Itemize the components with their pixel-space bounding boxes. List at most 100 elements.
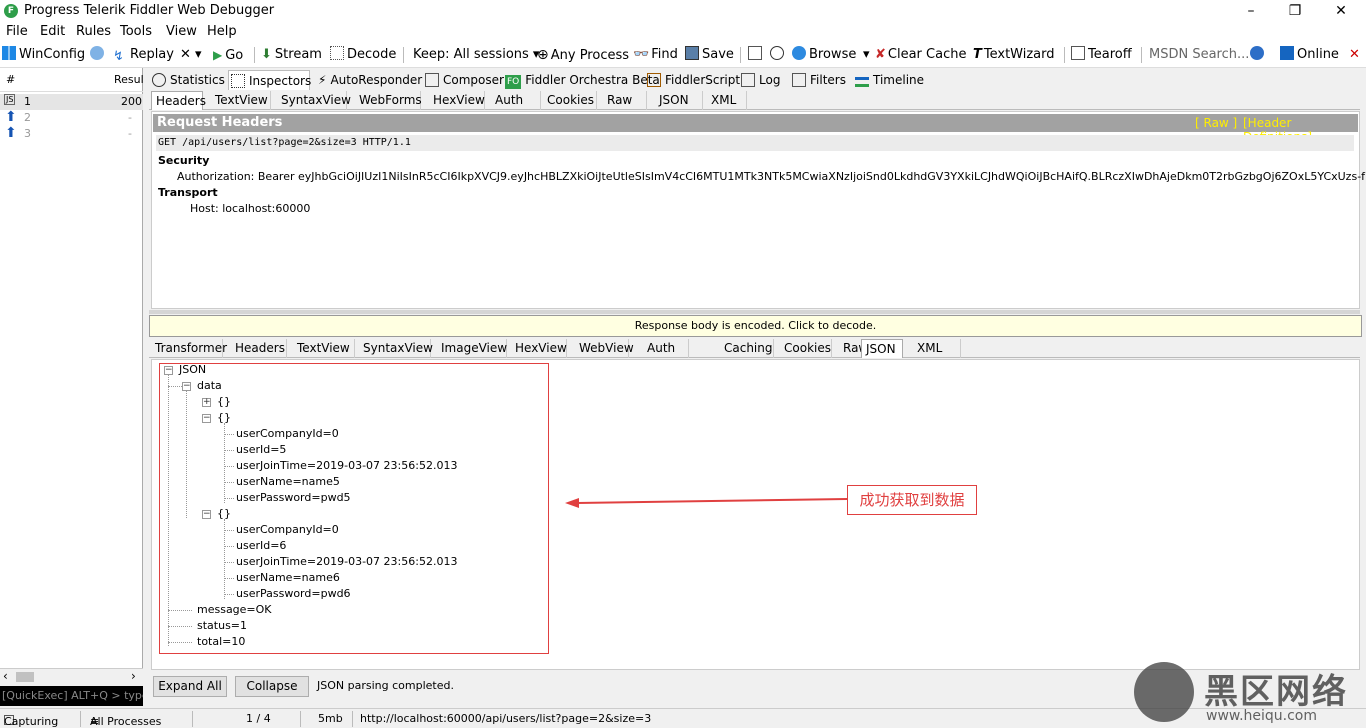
resp-tab-xml[interactable]: XML [913,339,961,358]
clear-cache-button[interactable]: ✘ Clear Cache [875,46,966,64]
req-tab-syntaxview[interactable]: SyntaxView [277,91,351,110]
tab-timeline[interactable]: Timeline [853,70,929,90]
menu-edit[interactable]: Edit [40,24,65,39]
json-leaf[interactable]: userCompanyId=0 [236,427,339,440]
req-tab-json[interactable]: JSON [655,91,703,110]
req-tab-xml[interactable]: XML [707,91,747,110]
tab-inspectors[interactable]: Inspectors [228,70,311,90]
req-tab-cookies[interactable]: Cookies [543,91,597,110]
col-number-header[interactable]: # [6,73,15,86]
scroll-left-icon[interactable]: ‹ [3,669,8,683]
resp-tab-imageview[interactable]: ImageView [437,339,507,358]
session-row[interactable]: ⬆ 3 - [0,125,143,142]
json-leaf[interactable]: userPassword=pwd5 [236,491,351,504]
close-window-button[interactable]: ✕ [1318,0,1364,22]
minimize-button[interactable]: – [1228,0,1274,22]
resp-tab-textview[interactable]: TextView [293,339,355,358]
collapse-button[interactable]: Collapse [235,676,309,697]
resp-tab-hexview[interactable]: HexView [511,339,567,358]
stream-button[interactable]: ⬇ Stream [261,46,322,64]
decode-button[interactable]: Decode [330,46,396,64]
expand-toggle[interactable]: + [202,398,211,407]
keep-sessions-dropdown[interactable]: Keep: All sessions ▾ [413,46,539,64]
close-toolbar-icon[interactable]: ✕ [1349,46,1360,64]
json-data-node[interactable]: data [197,379,222,392]
resp-tab-cookies[interactable]: Cookies [780,339,832,358]
help-button[interactable] [1250,46,1267,64]
json-leaf[interactable]: userId=5 [236,443,286,456]
json-leaf[interactable]: userJoinTime=2019-03-07 23:56:52.013 [236,555,457,568]
collapse-toggle[interactable]: − [164,366,173,375]
json-root-node[interactable]: JSON [179,363,206,376]
menu-file[interactable]: File [6,24,28,39]
resp-tab-json[interactable]: JSON [861,339,903,358]
session-row[interactable]: JS 1 200 [0,94,143,110]
json-leaf[interactable]: status=1 [197,619,247,632]
req-tab-raw[interactable]: Raw [603,91,647,110]
menu-help[interactable]: Help [207,24,237,39]
session-row[interactable]: ⬆ 2 - [0,109,143,126]
save-button[interactable]: Save [685,46,734,64]
winconfig-button[interactable]: WinConfig [2,46,85,64]
json-leaf[interactable]: total=10 [197,635,245,648]
json-leaf[interactable]: userPassword=pwd6 [236,587,351,600]
collapse-toggle[interactable]: − [202,510,211,519]
json-object-node[interactable]: {} [217,411,231,424]
tab-statistics[interactable]: Statistics [150,70,225,90]
json-object-node[interactable]: {} [217,395,231,408]
comment-button[interactable] [90,46,107,64]
menu-view[interactable]: View [166,24,197,39]
quickexec-input[interactable]: [QuickExec] ALT+Q > type H [0,686,143,706]
req-tab-auth[interactable]: Auth [491,91,541,110]
raw-link[interactable]: [ Raw ] [1195,116,1237,130]
scroll-thumb[interactable] [16,672,34,682]
req-tab-hexview[interactable]: HexView [429,91,485,110]
msdn-search-input[interactable]: MSDN Search... [1149,46,1249,64]
resp-tab-auth[interactable]: Auth [643,339,689,358]
menu-tools[interactable]: Tools [120,24,152,39]
tab-autoresponder[interactable]: ⚡ AutoResponder [316,70,422,90]
textwizard-button[interactable]: T TextWizard [973,46,1055,64]
tab-log[interactable]: Log [739,70,781,90]
menu-rules[interactable]: Rules [76,24,111,39]
sessions-horizontal-scrollbar[interactable]: ‹ › [0,668,143,684]
replay-button[interactable]: ↯ Replay [113,46,174,64]
go-button[interactable]: ▶ Go [213,46,243,64]
resp-tab-transformer[interactable]: Transformer [151,339,227,358]
screenshot-button[interactable] [748,46,765,64]
req-tab-webforms[interactable]: WebForms [355,91,422,110]
json-leaf[interactable]: userName=name6 [236,571,340,584]
browse-button[interactable]: Browse [792,46,856,64]
decode-notice-bar[interactable]: Response body is encoded. Click to decod… [149,315,1362,337]
online-button[interactable]: Online [1280,46,1339,64]
json-leaf[interactable]: userJoinTime=2019-03-07 23:56:52.013 [236,459,457,472]
tearoff-button[interactable]: Tearoff [1071,46,1132,64]
resp-tab-caching[interactable]: Caching [720,339,774,358]
json-leaf[interactable]: userCompanyId=0 [236,523,339,536]
resp-tab-syntaxview[interactable]: SyntaxView [359,339,433,358]
scroll-right-icon[interactable]: › [131,669,136,683]
restore-button[interactable]: ❐ [1272,0,1318,22]
json-leaf[interactable]: message=OK [197,603,272,616]
tab-filters[interactable]: Filters [790,70,848,90]
json-object-node[interactable]: {} [217,507,231,520]
resp-tab-webview[interactable]: WebView [575,339,634,358]
browse-dropdown[interactable]: ▾ [863,46,870,64]
tab-fiddler-orchestra[interactable]: FO Fiddler Orchestra Beta [503,70,660,90]
timer-button[interactable] [770,46,787,64]
pane-splitter[interactable] [149,310,1360,314]
expand-all-button[interactable]: Expand All [153,676,227,697]
resp-tab-headers[interactable]: Headers [231,339,287,358]
tab-composer[interactable]: Composer [423,70,504,90]
json-leaf[interactable]: userName=name5 [236,475,340,488]
req-tab-textview[interactable]: TextView [211,91,271,110]
json-leaf[interactable]: userId=6 [236,539,286,552]
find-button[interactable]: 👓 Find [633,46,678,64]
req-tab-headers[interactable]: Headers [151,91,206,110]
collapse-toggle[interactable]: − [202,414,211,423]
tab-fiddlerscript[interactable]: FiddlerScript [645,70,740,90]
any-process-button[interactable]: ⊕ Any Process [537,46,629,64]
collapse-toggle[interactable]: − [182,382,191,391]
remove-button[interactable]: ✕ ▾ [180,46,202,64]
col-result-header[interactable]: Resul [114,73,144,86]
